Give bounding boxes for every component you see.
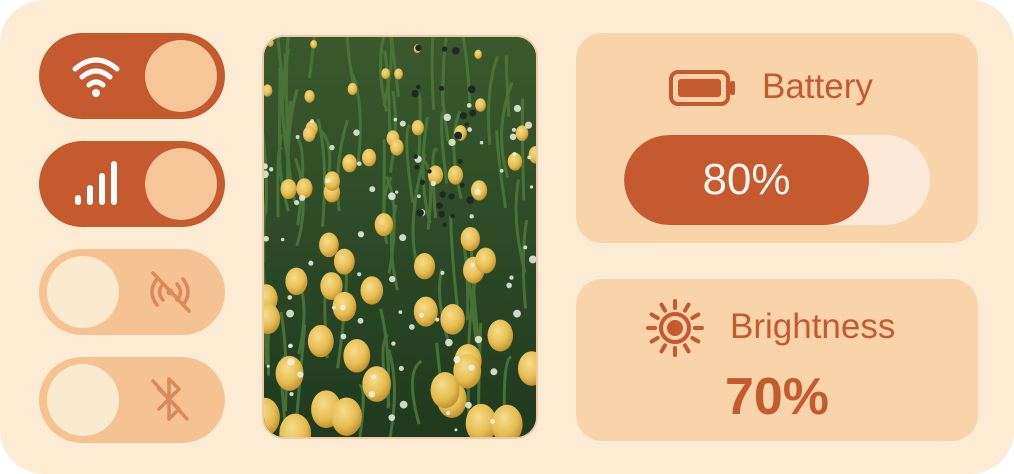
signal-icon (75, 161, 117, 205)
brightness-card: Brightness 70% (576, 279, 978, 441)
nfc-off-icon (150, 271, 191, 313)
battery-icon (669, 70, 735, 106)
bluetooth-toggle[interactable] (39, 357, 225, 443)
wifi-icon (72, 57, 120, 97)
battery-label: Battery (762, 67, 873, 106)
toggle-knob (47, 364, 119, 436)
wifi-toggle[interactable] (39, 33, 225, 119)
sun-icon (646, 299, 704, 357)
toggle-knob (145, 148, 217, 220)
tulip-illustration (264, 37, 536, 437)
battery-value: 80% (702, 155, 791, 204)
toggle-knob (47, 256, 119, 328)
battery-fill: 80% (624, 135, 869, 225)
control-panel: Battery 80% Brightness 70% (0, 0, 1014, 474)
cellular-toggle[interactable] (39, 141, 225, 227)
battery-bar: 80% (624, 135, 930, 225)
tulip-photo (262, 35, 538, 439)
battery-card: Battery 80% (576, 33, 978, 243)
bluetooth-off-icon (151, 377, 189, 421)
nfc-toggle[interactable] (39, 249, 225, 335)
toggle-knob (145, 40, 217, 112)
brightness-label: Brightness (730, 307, 896, 346)
brightness-value: 70% (724, 368, 830, 426)
